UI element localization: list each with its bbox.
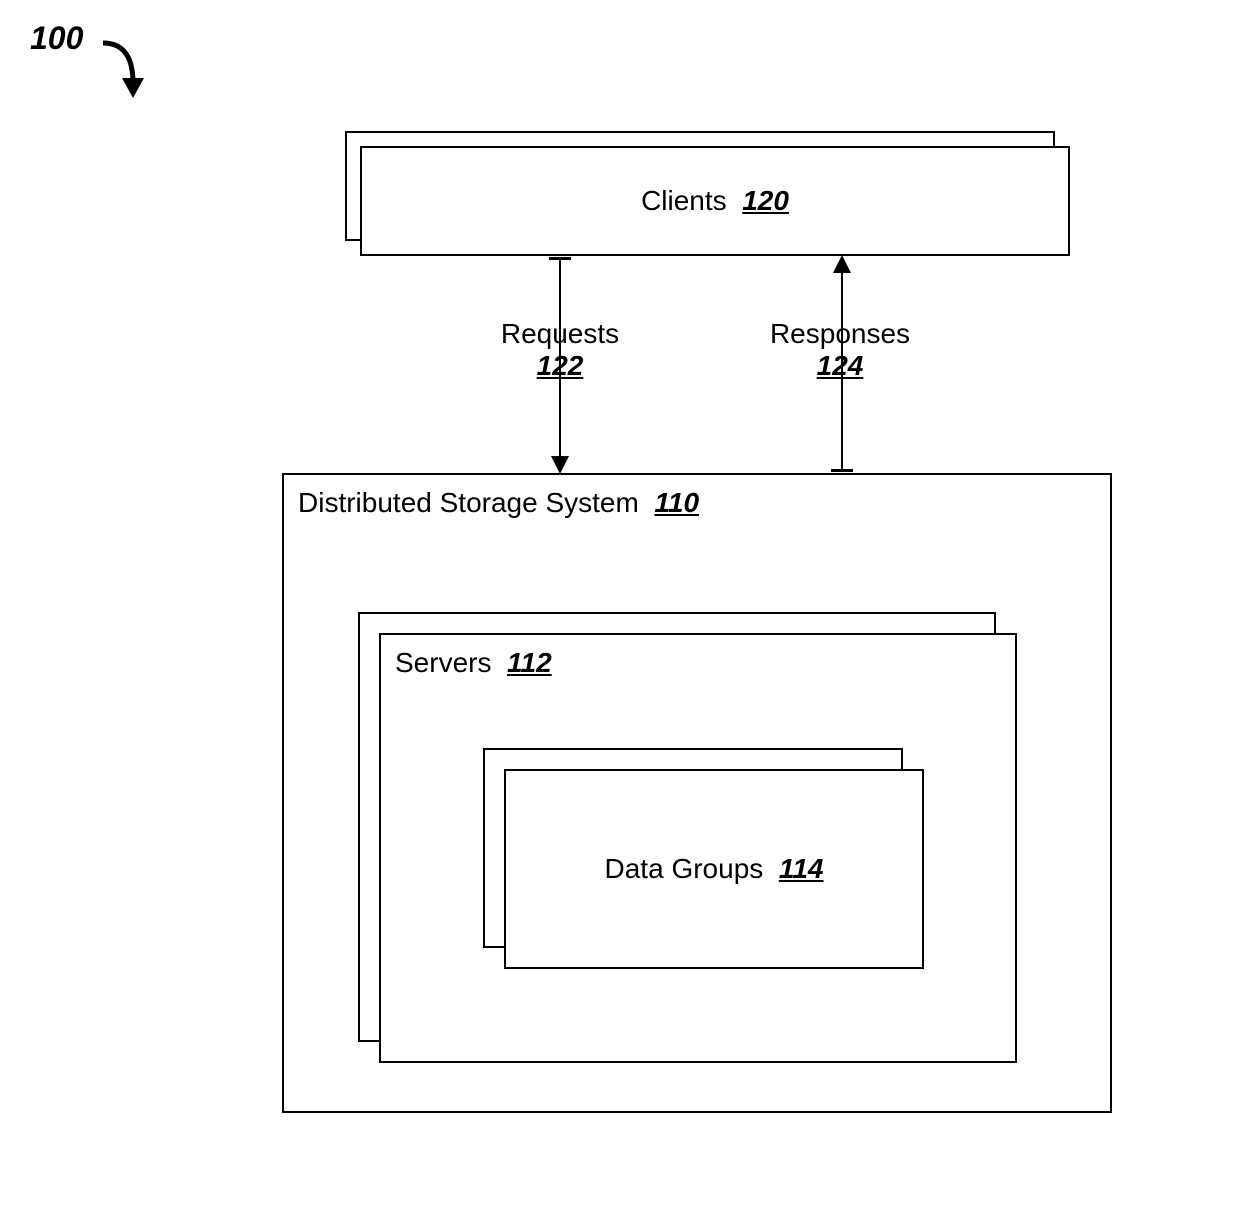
servers-label: Servers xyxy=(395,647,491,678)
clients-ref: 120 xyxy=(742,185,789,216)
data-groups-ref: 114 xyxy=(779,853,824,884)
responses-ref: 124 xyxy=(817,350,864,381)
requests-ref: 122 xyxy=(537,350,584,381)
data-groups-label: Data Groups xyxy=(605,853,764,884)
storage-system-label: Distributed Storage System xyxy=(298,487,639,518)
servers-title-wrap: Servers 112 xyxy=(381,635,1015,679)
figure-number-text: 100 xyxy=(30,20,83,56)
responses-label: Responses xyxy=(770,318,910,349)
data-groups-label-wrap: Data Groups 114 xyxy=(605,853,824,885)
storage-system-title-wrap: Distributed Storage System 110 xyxy=(284,475,1110,519)
storage-system-ref: 110 xyxy=(654,487,699,518)
requests-label-wrap: Requests 122 xyxy=(470,318,650,382)
figure-curve-arrow xyxy=(98,38,158,108)
data-groups-box-front: Data Groups 114 xyxy=(504,769,924,969)
servers-ref: 112 xyxy=(507,647,552,678)
figure-number: 100 xyxy=(30,20,83,57)
clients-box-front: Clients 120 xyxy=(360,146,1070,256)
clients-label: Clients xyxy=(641,185,727,216)
requests-label: Requests xyxy=(501,318,619,349)
responses-label-wrap: Responses 124 xyxy=(750,318,930,382)
clients-label-wrap: Clients 120 xyxy=(641,185,789,217)
